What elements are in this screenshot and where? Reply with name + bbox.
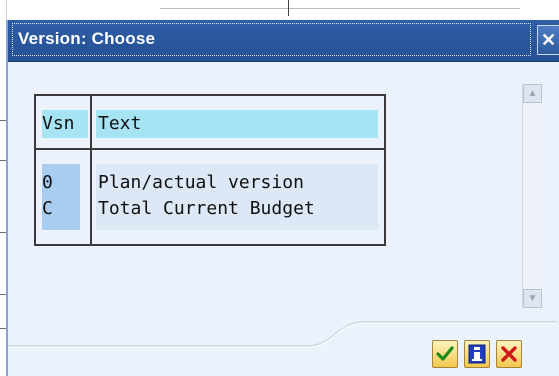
arrow-up-icon: ▲	[527, 88, 538, 99]
info-icon	[468, 344, 486, 364]
dialog-title: Version: Choose	[18, 29, 156, 48]
background-line	[160, 8, 520, 9]
column-divider	[90, 96, 92, 244]
background-divider	[288, 0, 289, 16]
row-text: Total Current Budget	[98, 198, 315, 219]
column-header-vsn[interactable]: Vsn	[42, 111, 75, 137]
cancel-x-icon	[501, 346, 517, 362]
row-key: C	[42, 198, 53, 219]
close-icon: ✕	[540, 30, 557, 50]
information-button[interactable]	[464, 340, 490, 368]
arrow-down-icon: ▼	[527, 293, 538, 304]
scroll-down-button[interactable]: ▼	[523, 289, 542, 308]
background-app	[0, 0, 559, 20]
dialog-title-bar[interactable]: Version: Choose ✕	[8, 20, 559, 62]
check-icon	[436, 346, 454, 361]
version-choose-dialog: Version: Choose ✕ Vsn Text 0 Plan/actual…	[6, 20, 559, 376]
close-button[interactable]: ✕	[537, 25, 559, 55]
column-header-text[interactable]: Text	[98, 111, 141, 137]
cancel-button[interactable]	[496, 340, 522, 368]
row-key: 0	[42, 172, 53, 193]
scroll-up-button[interactable]: ▲	[523, 84, 542, 103]
dialog-content: Vsn Text 0 Plan/actual version C Total C…	[8, 62, 559, 376]
row-text: Plan/actual version	[98, 172, 304, 193]
header-divider	[36, 148, 384, 150]
version-list: Vsn Text 0 Plan/actual version C Total C…	[34, 94, 386, 246]
vertical-scrollbar[interactable]: ▲ ▼	[522, 84, 543, 308]
continue-button[interactable]	[432, 340, 458, 368]
